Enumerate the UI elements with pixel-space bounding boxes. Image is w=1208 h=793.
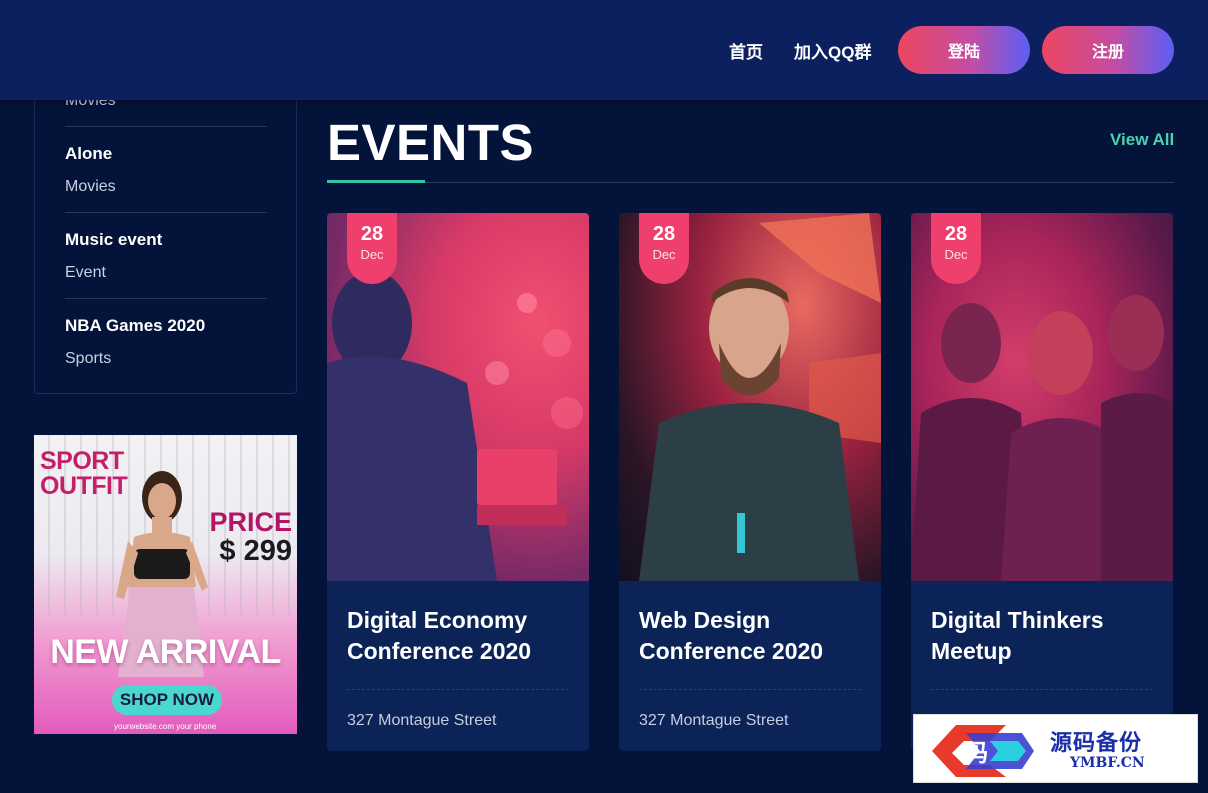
nav-home-link[interactable]: 首页 bbox=[729, 38, 763, 63]
watermark-emblem-icon: 码 bbox=[932, 725, 1034, 777]
ad-headline: NEW ARRIVAL bbox=[50, 633, 281, 671]
event-image[interactable]: 28 Dec bbox=[327, 213, 589, 581]
events-heading: EVENTS bbox=[327, 114, 535, 171]
heading-accent-bar bbox=[327, 180, 425, 183]
ad-footer: yourwebsite.com your phone bbox=[114, 722, 217, 731]
sidebar-item-title[interactable]: Music event bbox=[65, 230, 267, 250]
date-day: 28 bbox=[652, 223, 676, 245]
event-card[interactable]: 28 Dec Web Design Conference 2020 327 Mo… bbox=[619, 213, 881, 751]
date-month: Dec bbox=[360, 247, 384, 262]
ad-shop-now-button[interactable]: SHOP NOW bbox=[112, 685, 222, 715]
ad-title: SPORT OUTFIT bbox=[40, 447, 128, 500]
event-title[interactable]: Digital Economy Conference 2020 bbox=[347, 605, 569, 667]
date-month: Dec bbox=[944, 247, 968, 262]
date-month: Dec bbox=[652, 247, 676, 262]
event-address: 327 Montague Street bbox=[639, 712, 789, 729]
sidebar-item-category[interactable]: Movies bbox=[65, 178, 267, 196]
divider bbox=[65, 298, 267, 299]
site-header: 首页 加入QQ群 登陆 注册 bbox=[0, 0, 1208, 100]
sidebar-item-title[interactable]: NBA Games 2020 bbox=[65, 316, 267, 336]
sidebar-item-music-event[interactable]: Music event Event bbox=[65, 230, 267, 282]
event-card[interactable]: 28 Dec Digital Economy Conference 2020 3… bbox=[327, 213, 589, 751]
register-button[interactable]: 注册 bbox=[1042, 26, 1174, 74]
ad-banner[interactable]: SPORT OUTFIT PRICE $ 299 NEW ARRIVAL SHO… bbox=[34, 435, 297, 734]
divider bbox=[639, 689, 861, 690]
ad-title-line2: OUTFIT bbox=[40, 472, 128, 500]
event-card[interactable]: 28 Dec Digital Thinkers Meetup bbox=[911, 213, 1173, 751]
sidebar-item-category[interactable]: Sports bbox=[65, 350, 267, 368]
sidebar-item-title[interactable]: Alone bbox=[65, 144, 267, 164]
ad-price-value: $ 299 bbox=[219, 535, 292, 567]
event-address: 327 Montague Street bbox=[347, 712, 497, 729]
svg-text:码: 码 bbox=[964, 739, 988, 767]
date-badge: 28 Dec bbox=[347, 213, 397, 284]
divider bbox=[65, 212, 267, 213]
date-day: 28 bbox=[360, 223, 384, 245]
event-image[interactable]: 28 Dec bbox=[619, 213, 881, 581]
date-badge: 28 Dec bbox=[639, 213, 689, 284]
sidebar-item-category[interactable]: Event bbox=[65, 264, 267, 282]
watermark-logo: 码 源码备份 YMBF.CN bbox=[913, 714, 1198, 783]
ad-price-label: PRICE bbox=[209, 507, 292, 537]
sidebar-item-alone[interactable]: Alone Movies bbox=[65, 144, 267, 196]
login-button[interactable]: 登陆 bbox=[898, 26, 1030, 74]
event-title[interactable]: Digital Thinkers Meetup bbox=[931, 605, 1153, 667]
divider bbox=[65, 126, 267, 127]
date-day: 28 bbox=[944, 223, 968, 245]
view-all-link[interactable]: View All bbox=[1110, 130, 1174, 150]
heading-divider bbox=[327, 182, 1174, 183]
date-badge: 28 Dec bbox=[931, 213, 981, 284]
event-image[interactable]: 28 Dec bbox=[911, 213, 1173, 581]
watermark-en-text: YMBF.CN bbox=[1070, 755, 1145, 771]
sidebar-item-nba-games[interactable]: NBA Games 2020 Sports bbox=[65, 316, 267, 368]
ad-title-line1: SPORT bbox=[40, 447, 124, 475]
watermark-cn-text: 源码备份 bbox=[1050, 730, 1143, 756]
divider bbox=[931, 689, 1153, 690]
event-title[interactable]: Web Design Conference 2020 bbox=[639, 605, 861, 667]
nav-qq-group-link[interactable]: 加入QQ群 bbox=[794, 38, 871, 63]
divider bbox=[347, 689, 569, 690]
